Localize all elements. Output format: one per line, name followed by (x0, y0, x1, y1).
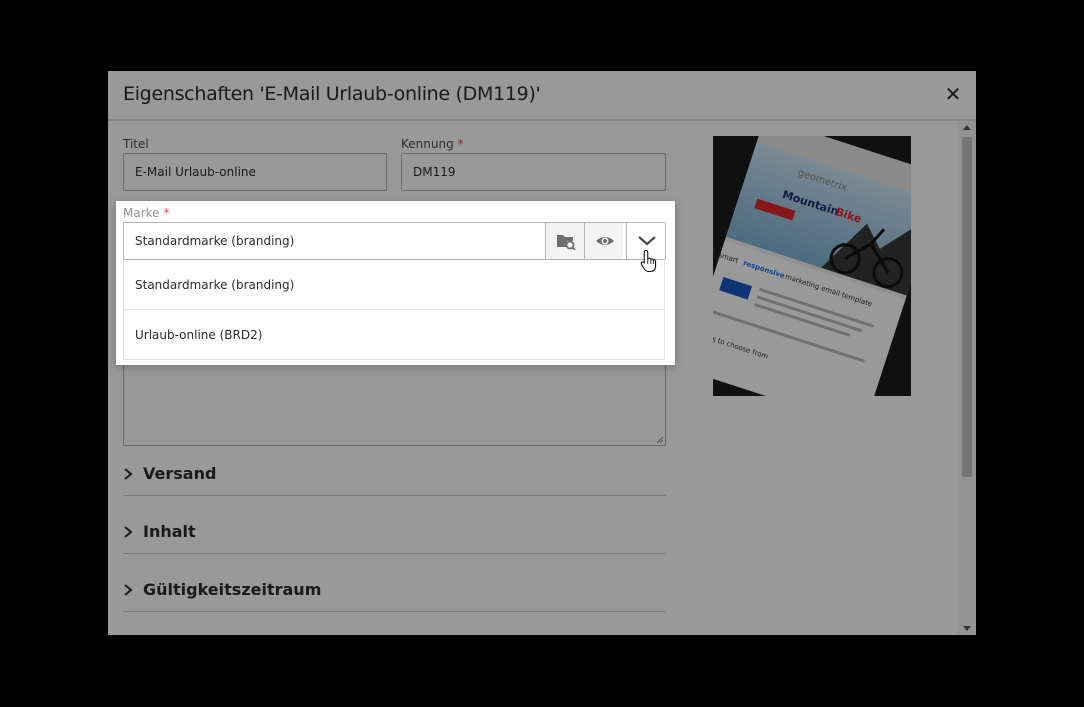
email-template-thumbnail: geometrix Mountain Bike smart responsive… (713, 136, 911, 396)
close-icon[interactable]: ✕ (944, 84, 962, 104)
required-marker: * (457, 137, 464, 151)
brand-options-list: Standardmarke (branding) Urlaub-online (… (123, 260, 665, 360)
brand-option[interactable]: Standardmarke (branding) (124, 260, 664, 310)
thumbnail-image: geometrix Mountain Bike smart responsive… (713, 136, 911, 396)
description-textarea[interactable] (123, 351, 666, 446)
id-label: Kennung * (401, 137, 464, 151)
section-inhalt[interactable]: Inhalt (123, 513, 666, 554)
section-versand[interactable]: Versand (123, 455, 666, 496)
dialog-header: Eigenschaften 'E-Mail Urlaub-online (DM1… (108, 71, 976, 121)
preview-eye-icon (596, 237, 614, 245)
title-label: Titel (123, 137, 149, 151)
section-label: Versand (143, 464, 217, 483)
brand-selected-value: Standardmarke (branding) (135, 234, 295, 248)
scroll-up-icon[interactable] (963, 125, 971, 130)
scroll-thumb[interactable] (962, 137, 972, 477)
section-label: Inhalt (143, 522, 196, 541)
dialog-scrollbar[interactable] (958, 121, 976, 635)
chevron-right-icon (124, 526, 133, 538)
hand-pointer-icon (640, 249, 657, 272)
chevron-down-icon (638, 236, 656, 246)
section-gueltigkeitszeitraum[interactable]: Gültigkeitszeitraum (123, 571, 666, 612)
scroll-down-icon[interactable] (963, 626, 971, 631)
browse-button[interactable] (545, 223, 584, 259)
dialog-title: Eigenschaften 'E-Mail Urlaub-online (DM1… (123, 83, 541, 105)
required-marker: * (163, 206, 170, 220)
id-input[interactable]: DM119 (401, 153, 666, 191)
resize-grip-icon[interactable] (656, 436, 663, 443)
brand-field-popup: Marke* Standardmarke (branding) Standar (116, 201, 675, 365)
title-input[interactable]: E-Mail Urlaub-online (123, 153, 387, 191)
brand-label: Marke * (123, 206, 170, 220)
brand-combobox[interactable]: Standardmarke (branding) (123, 222, 666, 260)
browse-icon (557, 235, 576, 250)
chevron-right-icon (124, 584, 133, 596)
chevron-right-icon (124, 468, 133, 480)
section-label: Gültigkeitszeitraum (143, 580, 322, 599)
preview-button[interactable] (584, 223, 623, 259)
brand-option[interactable]: Urlaub-online (BRD2) (124, 310, 664, 360)
